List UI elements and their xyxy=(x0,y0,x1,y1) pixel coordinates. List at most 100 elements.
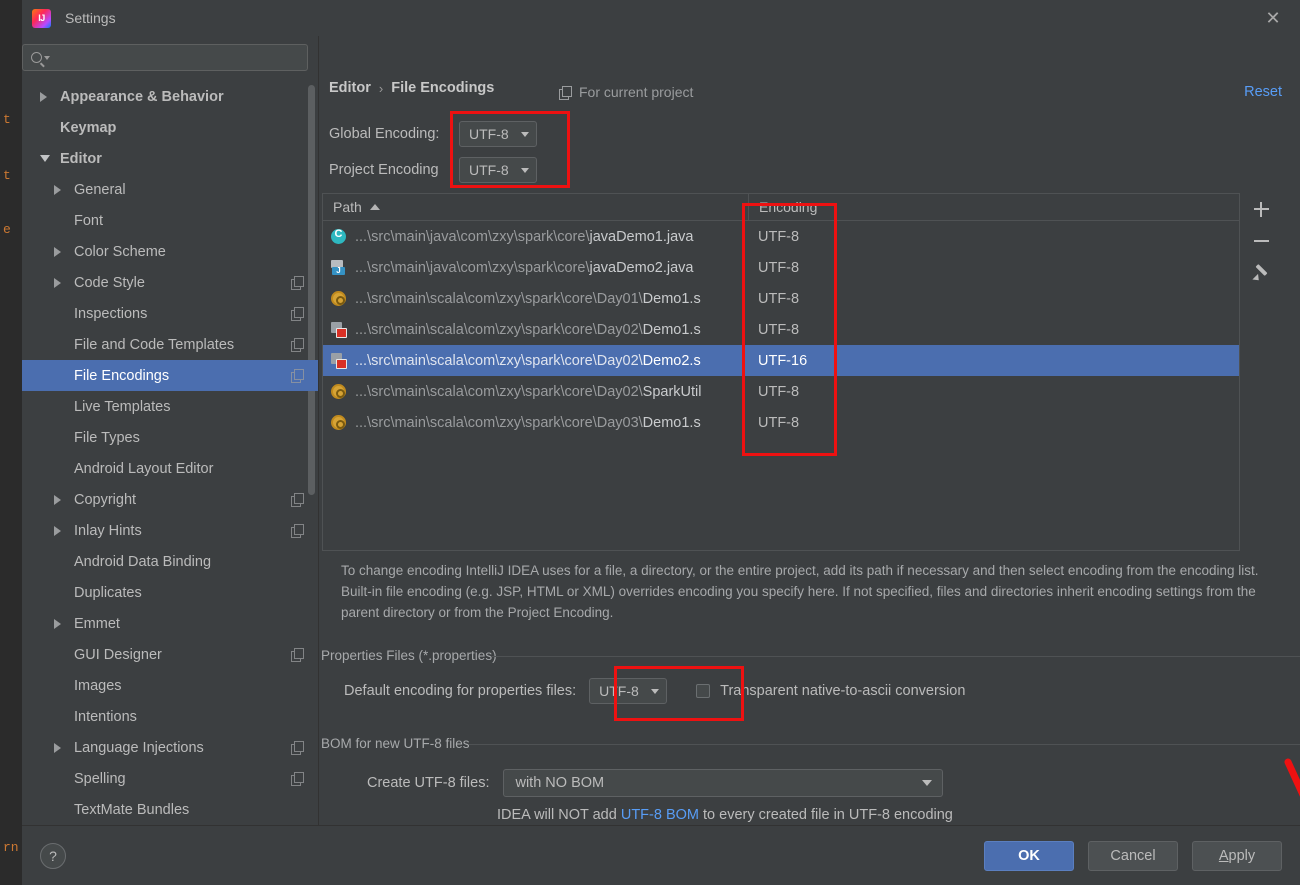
encoding-description: To change encoding IntelliJ IDEA uses fo… xyxy=(341,561,1276,624)
add-path-button[interactable] xyxy=(1244,193,1278,225)
sidebar-item-label: Font xyxy=(74,213,103,229)
project-encoding-dropdown[interactable]: UTF-8 xyxy=(459,157,537,183)
sidebar-item-code-style[interactable]: Code Style xyxy=(22,267,318,298)
remove-path-button[interactable] xyxy=(1244,225,1278,257)
table-cell-encoding[interactable]: UTF-16 xyxy=(748,353,1239,369)
file-path-prefix: ...\src\main\scala\com\zxy\spark\core\Da… xyxy=(355,322,643,338)
table-cell-encoding[interactable]: UTF-8 xyxy=(748,260,1239,276)
sidebar-item-keymap[interactable]: Keymap xyxy=(22,112,318,143)
sidebar-item-file-and-code-templates[interactable]: File and Code Templates xyxy=(22,329,318,360)
bg-glyph: t xyxy=(3,168,11,183)
bom-hint-link[interactable]: UTF-8 BOM xyxy=(621,807,699,823)
table-cell-encoding[interactable]: UTF-8 xyxy=(748,229,1239,245)
table-row[interactable]: ...\src\main\scala\com\zxy\spark\core\Da… xyxy=(323,314,1239,345)
bom-group-divider xyxy=(469,744,1300,745)
transparent-native-to-ascii-checkbox[interactable] xyxy=(696,684,710,698)
chevron-right-icon xyxy=(54,743,68,753)
breadcrumb-current: File Encodings xyxy=(391,80,494,96)
table-body: ...\src\main\java\com\zxy\spark\core\jav… xyxy=(323,221,1239,438)
settings-tree[interactable]: Appearance & Behavior KeymapEditorGeneral… xyxy=(22,79,318,825)
column-header-encoding[interactable]: Encoding xyxy=(748,194,1239,220)
close-icon[interactable]: ✕ xyxy=(1260,6,1286,30)
sidebar-item-duplicates[interactable]: Duplicates xyxy=(22,577,318,608)
edit-path-button[interactable] xyxy=(1244,257,1278,289)
chevron-right-icon xyxy=(54,185,68,195)
sidebar-item-file-encodings[interactable]: File Encodings xyxy=(22,360,318,391)
sidebar-item-label: Appearance & Behavior xyxy=(60,89,224,105)
file-path-text: ...\src\main\scala\com\zxy\spark\core\Da… xyxy=(355,353,701,369)
table-cell-encoding[interactable]: UTF-8 xyxy=(748,291,1239,307)
cancel-button[interactable]: Cancel xyxy=(1088,841,1178,871)
sidebar-item-spelling[interactable]: Spelling xyxy=(22,763,318,794)
file-path-prefix: ...\src\main\java\com\zxy\spark\core\ xyxy=(355,260,589,276)
search-area xyxy=(22,36,318,79)
sidebar-item-copyright[interactable]: Copyright xyxy=(22,484,318,515)
sidebar-item-appearance-behavior[interactable]: Appearance & Behavior xyxy=(22,81,318,112)
create-utf8-files-dropdown[interactable]: with NO BOM xyxy=(503,769,943,797)
search-icon xyxy=(31,52,42,63)
table-row[interactable]: ...\src\main\scala\com\zxy\spark\core\Da… xyxy=(323,283,1239,314)
column-header-path[interactable]: Path xyxy=(323,199,748,215)
project-encoding-label: Project Encoding xyxy=(329,162,459,178)
chevron-down-icon xyxy=(44,56,50,60)
java-file-icon xyxy=(331,260,346,275)
sidebar-item-label: Spelling xyxy=(74,771,126,787)
chevron-right-icon xyxy=(54,526,68,536)
sidebar-item-live-templates[interactable]: Live Templates xyxy=(22,391,318,422)
window-title: Settings xyxy=(65,10,116,26)
bg-glyph: t xyxy=(3,112,11,127)
for-current-project-label: For current project xyxy=(579,84,693,100)
sidebar-item-general[interactable]: General xyxy=(22,174,318,205)
sidebar-item-color-scheme[interactable]: Color Scheme xyxy=(22,236,318,267)
sidebar-item-textmate-bundles[interactable]: TextMate Bundles xyxy=(22,794,318,825)
global-encoding-value: UTF-8 xyxy=(469,126,509,142)
sidebar-item-inspections[interactable]: Inspections xyxy=(22,298,318,329)
sidebar-item-images[interactable]: Images xyxy=(22,670,318,701)
create-utf8-files-row: Create UTF-8 files: with NO BOM xyxy=(367,769,943,797)
sidebar-item-emmet[interactable]: Emmet xyxy=(22,608,318,639)
sidebar-item-label: File Encodings xyxy=(74,368,169,384)
dialog-body: Appearance & BehaviorKeymapEditorGeneral… xyxy=(22,36,1300,825)
chevron-right-icon xyxy=(54,278,68,288)
sidebar-item-label: File Types xyxy=(74,430,140,446)
sidebar-item-intentions[interactable]: Intentions xyxy=(22,701,318,732)
sidebar-item-font[interactable]: Font xyxy=(22,205,318,236)
table-row[interactable]: ...\src\main\scala\com\zxy\spark\core\Da… xyxy=(323,345,1239,376)
help-button[interactable]: ? xyxy=(40,843,66,869)
chevron-right-icon xyxy=(40,92,54,102)
sidebar-item-editor[interactable]: Editor xyxy=(22,143,318,174)
file-path-text: ...\src\main\scala\com\zxy\spark\core\Da… xyxy=(355,384,702,400)
table-cell-encoding[interactable]: UTF-8 xyxy=(748,322,1239,338)
table-cell-path: ...\src\main\scala\com\zxy\spark\core\Da… xyxy=(323,291,748,307)
table-row[interactable]: ...\src\main\java\com\zxy\spark\core\jav… xyxy=(323,252,1239,283)
ok-button[interactable]: OK xyxy=(984,841,1074,871)
sidebar-item-label: TextMate Bundles xyxy=(74,802,189,818)
sidebar-item-language-injections[interactable]: Language Injections xyxy=(22,732,318,763)
search-box[interactable] xyxy=(22,44,308,71)
file-encodings-table[interactable]: Path Encoding ...\src\main\java\com\zxy\… xyxy=(322,193,1240,551)
table-cell-encoding[interactable]: UTF-8 xyxy=(748,384,1239,400)
chevron-down-icon xyxy=(40,155,54,162)
table-row[interactable]: ...\src\main\java\com\zxy\spark\core\jav… xyxy=(323,221,1239,252)
apply-button[interactable]: Apply xyxy=(1192,841,1282,871)
sidebar-item-android-data-binding[interactable]: Android Data Binding xyxy=(22,546,318,577)
breadcrumb-separator-icon: › xyxy=(379,81,383,96)
breadcrumb-parent[interactable]: Editor xyxy=(329,80,371,96)
table-row[interactable]: ...\src\main\scala\com\zxy\spark\core\Da… xyxy=(323,407,1239,438)
table-cell-encoding[interactable]: UTF-8 xyxy=(748,415,1239,431)
sidebar-item-android-layout-editor[interactable]: Android Layout Editor xyxy=(22,453,318,484)
scala-class-icon xyxy=(331,322,346,337)
search-input[interactable] xyxy=(54,49,299,66)
chevron-down-icon xyxy=(521,168,529,173)
sidebar-item-gui-designer[interactable]: GUI Designer xyxy=(22,639,318,670)
sidebar-item-inlay-hints[interactable]: Inlay Hints xyxy=(22,515,318,546)
apply-label-rest: pply xyxy=(1229,848,1256,864)
reset-link[interactable]: Reset xyxy=(1244,84,1282,100)
table-row[interactable]: ...\src\main\scala\com\zxy\spark\core\Da… xyxy=(323,376,1239,407)
properties-default-encoding-label: Default encoding for properties files: xyxy=(344,683,576,699)
global-encoding-dropdown[interactable]: UTF-8 xyxy=(459,121,537,147)
properties-encoding-dropdown[interactable]: UTF-8 xyxy=(589,678,667,704)
table-cell-path: ...\src\main\java\com\zxy\spark\core\jav… xyxy=(323,229,748,245)
sidebar-item-file-types[interactable]: File Types xyxy=(22,422,318,453)
minus-icon xyxy=(1254,234,1269,249)
